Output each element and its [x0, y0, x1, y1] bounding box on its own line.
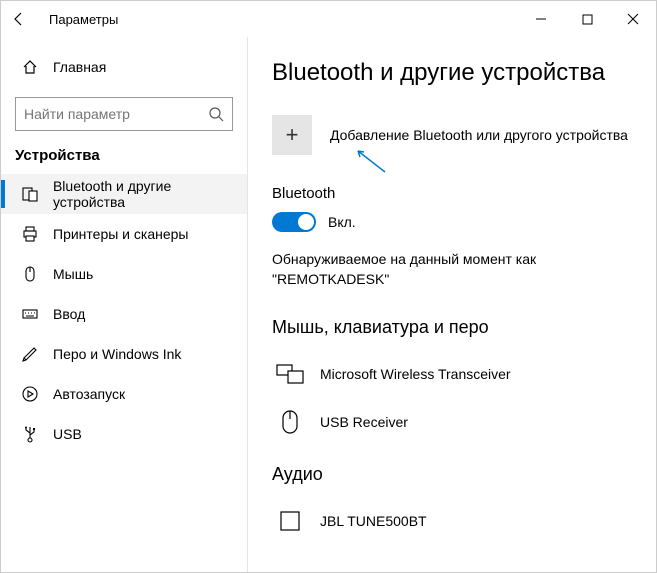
group-mouse-title: Мышь, клавиатура и перо	[272, 317, 638, 338]
bluetooth-label: Bluetooth	[272, 185, 638, 202]
mouse-icon	[19, 265, 41, 283]
window-title: Параметры	[49, 12, 118, 27]
autoplay-icon	[19, 385, 41, 403]
add-device-row[interactable]: + Добавление Bluetooth или другого устро…	[272, 115, 638, 155]
bluetooth-toggle[interactable]	[272, 212, 316, 232]
device-item[interactable]: Microsoft Wireless Transceiver	[272, 350, 638, 398]
keyboard-device-icon	[272, 363, 308, 385]
mouse-device-icon	[272, 409, 308, 435]
close-button[interactable]	[610, 1, 656, 37]
nav-label: Ввод	[53, 306, 85, 322]
content-area: Главная Устройства Bluetooth и другие ус…	[1, 37, 656, 572]
home-label: Главная	[53, 59, 106, 75]
nav-autoplay[interactable]: Автозапуск	[1, 374, 247, 414]
printer-icon	[19, 225, 41, 243]
toggle-state: Вкл.	[328, 214, 356, 230]
search-icon	[208, 106, 224, 122]
discoverable-text: Обнаруживаемое на данный момент как "REM…	[272, 250, 638, 289]
minimize-button[interactable]	[518, 1, 564, 37]
search-input[interactable]	[24, 106, 208, 122]
device-item[interactable]: USB Receiver	[272, 398, 638, 446]
maximize-button[interactable]	[564, 1, 610, 37]
device-label: USB Receiver	[320, 414, 408, 430]
device-label: JBL TUNE500BT	[320, 513, 427, 529]
pen-icon	[19, 345, 41, 363]
keyboard-icon	[19, 305, 41, 323]
nav-printers[interactable]: Принтеры и сканеры	[1, 214, 247, 254]
toggle-knob	[298, 214, 314, 230]
device-label: Microsoft Wireless Transceiver	[320, 366, 511, 382]
nav-label: USB	[53, 426, 82, 442]
nav-label: Bluetooth и другие устройства	[53, 178, 247, 210]
sidebar: Главная Устройства Bluetooth и другие ус…	[1, 37, 248, 572]
settings-window: Параметры Главная	[0, 0, 657, 573]
plus-icon: +	[286, 122, 299, 148]
arrow-annotation	[350, 147, 390, 177]
home-icon	[19, 58, 41, 76]
nav-mouse[interactable]: Мышь	[1, 254, 247, 294]
add-label: Добавление Bluetooth или другого устройс…	[330, 127, 628, 143]
back-button[interactable]	[11, 11, 39, 27]
nav-usb[interactable]: USB	[1, 414, 247, 454]
devices-icon	[19, 185, 41, 203]
usb-icon	[19, 425, 41, 443]
nav-label: Перо и Windows Ink	[53, 346, 181, 362]
home-link[interactable]: Главная	[1, 47, 247, 87]
nav-label: Автозапуск	[53, 386, 125, 402]
titlebar: Параметры	[1, 1, 656, 37]
add-button[interactable]: +	[272, 115, 312, 155]
nav-pen[interactable]: Перо и Windows Ink	[1, 334, 247, 374]
nav-label: Мышь	[53, 266, 93, 282]
search-box[interactable]	[15, 97, 233, 131]
bluetooth-toggle-row: Вкл.	[272, 212, 638, 232]
main-panel: Bluetooth и другие устройства + Добавлен…	[248, 37, 656, 572]
device-item[interactable]: JBL TUNE500BT	[272, 497, 638, 545]
headphones-icon	[272, 509, 308, 533]
section-title: Устройства	[1, 141, 247, 174]
nav-label: Принтеры и сканеры	[53, 226, 188, 242]
nav-bluetooth[interactable]: Bluetooth и другие устройства	[1, 174, 247, 214]
page-title: Bluetooth и другие устройства	[272, 59, 638, 87]
group-audio-title: Аудио	[272, 464, 638, 485]
nav-typing[interactable]: Ввод	[1, 294, 247, 334]
window-controls	[518, 1, 656, 37]
